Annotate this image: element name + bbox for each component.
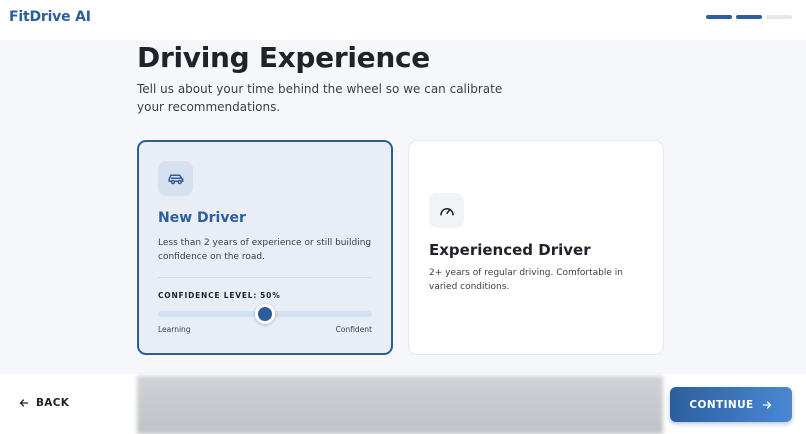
top-header: FitDrive AI [0,0,806,40]
arrow-left-icon [19,399,29,407]
progress-step-3 [766,15,792,19]
option-title: Experienced Driver [429,241,591,259]
page-title: Driving Experience [137,41,430,74]
slider-min-label: Learning [158,325,191,334]
option-description: 2+ years of regular driving. Comfortable… [429,268,623,292]
progress-step-2 [736,15,762,19]
speedometer-icon [439,207,454,215]
continue-button[interactable]: CONTINUE [670,387,792,422]
page-subtitle: Tell us about your time behind the wheel… [137,82,503,114]
option-card-experienced-driver[interactable]: Experienced Driver 2+ years of regular d… [408,140,664,355]
progress-step-1 [706,15,732,19]
continue-button-label: CONTINUE [689,398,754,411]
step-progress [706,15,792,19]
confidence-label-text: CONFIDENCE LEVEL: [158,291,258,300]
back-button-label: BACK [36,397,70,409]
option-title: New Driver [158,210,246,226]
car-icon [168,174,183,184]
option-description: Less than 2 years of experience or still… [158,238,372,262]
speedometer-icon-box [429,193,464,228]
confidence-label: CONFIDENCE LEVEL: 50% [158,291,281,300]
confidence-value: 50% [260,291,281,300]
confidence-slider-thumb[interactable] [255,304,275,324]
brand-logo[interactable]: FitDrive AI [9,9,91,25]
back-button[interactable]: BACK [18,397,69,409]
card-divider [158,277,372,278]
option-card-new-driver[interactable]: New Driver Less than 2 years of experien… [137,140,393,355]
car-icon-box [158,161,193,196]
arrow-right-icon [762,400,771,409]
slider-max-label: Confident [335,325,372,334]
blurred-content [137,376,663,434]
